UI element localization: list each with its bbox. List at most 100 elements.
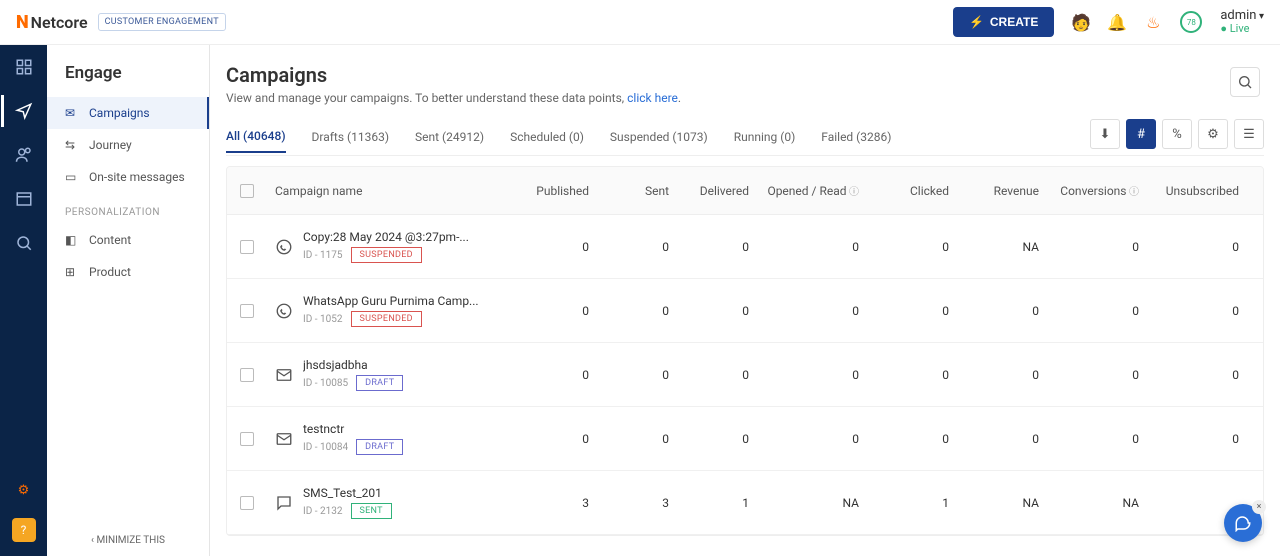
cell-sent: 3 (597, 496, 677, 510)
campaign-name: jhsdsjadbha (303, 358, 403, 372)
cell-delivered: 0 (677, 368, 757, 382)
cell-unsubscribed: 0 (1147, 240, 1247, 254)
cell-opened: 0 (757, 304, 867, 318)
percent-toggle[interactable]: % (1162, 119, 1192, 149)
minimize-sidebar[interactable]: ‹ MINIMIZE THIS (47, 535, 209, 546)
cell-clicked: 0 (867, 240, 957, 254)
email-icon (275, 366, 293, 384)
cell-delivered: 0 (677, 304, 757, 318)
status-badge: SUSPENDED (351, 247, 422, 263)
col-conversions[interactable]: Conversions (1047, 183, 1147, 198)
tab-scheduled[interactable]: Scheduled (0) (510, 122, 584, 152)
cell-clicked: 0 (867, 304, 957, 318)
brand-name: Netcore (31, 13, 88, 32)
cell-conversions: 0 (1047, 304, 1147, 318)
sidebar-item-journey[interactable]: ⇆ Journey (47, 129, 209, 161)
sidebar-item-product[interactable]: ⊞ Product (47, 256, 209, 288)
table-row[interactable]: SMS_Test_201ID - 2132SENT331NA1NANA (227, 471, 1263, 535)
search-button[interactable] (1230, 67, 1260, 97)
table-row[interactable]: WhatsApp Guru Purnima Camp...ID - 1052SU… (227, 279, 1263, 343)
cell-revenue: 0 (957, 304, 1047, 318)
chat-fab[interactable]: × (1224, 504, 1262, 542)
account-menu[interactable]: admin Live (1220, 9, 1264, 35)
help-icon[interactable]: ? (12, 518, 36, 542)
select-all-checkbox[interactable] (240, 184, 254, 198)
cell-revenue: NA (957, 240, 1047, 254)
tab-drafts[interactable]: Drafts (11363) (312, 122, 390, 152)
table-row[interactable]: testnctrID - 10084DRAFT00000000 (227, 407, 1263, 471)
campaign-id: ID - 10084 (303, 442, 348, 453)
analytics-icon[interactable] (14, 233, 34, 253)
table-row[interactable]: Copy:28 May 2024 @3:27pm-... ID - 1175 SUS… (227, 215, 1263, 279)
bell-icon[interactable]: 🔔 (1108, 13, 1126, 31)
settings-icon[interactable]: ⚙ (14, 480, 34, 500)
persona-icon[interactable]: 🧑 (1072, 13, 1090, 31)
settings-button[interactable]: ⚙ (1198, 119, 1228, 149)
row-checkbox[interactable] (240, 240, 254, 254)
app-header: N Netcore CUSTOMER ENGAGEMENT ⚡ CREATE 🧑… (0, 0, 1280, 45)
campaign-name: testnctr (303, 422, 403, 436)
cell-clicked: 0 (867, 368, 957, 382)
cell-published: 0 (507, 240, 597, 254)
row-checkbox[interactable] (240, 432, 254, 446)
row-checkbox[interactable] (240, 496, 254, 510)
cell-unsubscribed: 0 (1147, 368, 1247, 382)
engage-icon[interactable] (14, 101, 34, 121)
table-row[interactable]: jhsdsjadbhaID - 10085DRAFT00000000 (227, 343, 1263, 407)
email-icon (275, 430, 293, 448)
cell-published: 0 (507, 368, 597, 382)
col-published[interactable]: Published (507, 184, 597, 198)
hash-toggle[interactable]: # (1126, 119, 1156, 149)
tab-all[interactable]: All (40648) (226, 121, 286, 153)
cell-sent: 0 (597, 368, 677, 382)
flame-icon[interactable]: ♨ (1144, 13, 1162, 31)
col-campaign-name[interactable]: Campaign name (267, 184, 507, 198)
cell-opened: NA (757, 496, 867, 510)
tab-failed[interactable]: Failed (3286) (821, 122, 891, 152)
cell-unsubscribed: 0 (1147, 432, 1247, 446)
sidebar-title: Engage (47, 63, 209, 97)
col-sent[interactable]: Sent (597, 184, 677, 198)
filter-button[interactable]: ☰ (1234, 119, 1264, 149)
cell-revenue: NA (957, 496, 1047, 510)
campaign-name: Copy:28 May 2024 @3:27pm-... (303, 230, 469, 244)
cell-sent: 0 (597, 432, 677, 446)
status-tabs: All (40648) Drafts (11363) Sent (24912) … (226, 119, 1264, 156)
col-clicked[interactable]: Clicked (867, 184, 957, 198)
cell-published: 0 (507, 304, 597, 318)
personalization-section-label: PERSONALIZATION (47, 193, 209, 224)
score-ring[interactable]: 78 (1180, 11, 1202, 33)
cell-sent: 0 (597, 240, 677, 254)
chat-close-icon[interactable]: × (1252, 500, 1266, 514)
sidebar-item-onsite[interactable]: ▭ On-site messages (47, 161, 209, 193)
cell-sent: 0 (597, 304, 677, 318)
row-checkbox[interactable] (240, 304, 254, 318)
create-button[interactable]: ⚡ CREATE (953, 7, 1054, 37)
campaign-id: ID - 2132 (303, 506, 343, 517)
tab-running[interactable]: Running (0) (734, 122, 796, 152)
sidebar-item-campaigns[interactable]: ✉ Campaigns (47, 97, 209, 129)
dashboard-icon[interactable] (14, 57, 34, 77)
nav-rail: ⚙ ? (0, 45, 47, 556)
create-label: CREATE (990, 15, 1038, 29)
col-revenue[interactable]: Revenue (957, 184, 1047, 198)
live-status: Live (1220, 23, 1249, 35)
cell-conversions: 0 (1047, 368, 1147, 382)
onsite-icon: ▭ (65, 170, 79, 184)
cell-opened: 0 (757, 368, 867, 382)
tab-sent[interactable]: Sent (24912) (415, 122, 484, 152)
col-delivered[interactable]: Delivered (677, 184, 757, 198)
audience-icon[interactable] (14, 145, 34, 165)
col-unsubscribed[interactable]: Unsubscribed (1147, 184, 1247, 198)
click-here-link[interactable]: click here (627, 91, 678, 105)
col-opened[interactable]: Opened / Read (757, 183, 867, 198)
content-icon[interactable] (14, 189, 34, 209)
cell-delivered: 1 (677, 496, 757, 510)
status-badge: DRAFT (356, 375, 403, 391)
row-checkbox[interactable] (240, 368, 254, 382)
campaign-id: ID - 1175 (303, 250, 343, 261)
cell-opened: 0 (757, 240, 867, 254)
tab-suspended[interactable]: Suspended (1073) (610, 122, 708, 152)
sidebar-item-content[interactable]: ◧ Content (47, 224, 209, 256)
download-button[interactable]: ⬇ (1090, 119, 1120, 149)
